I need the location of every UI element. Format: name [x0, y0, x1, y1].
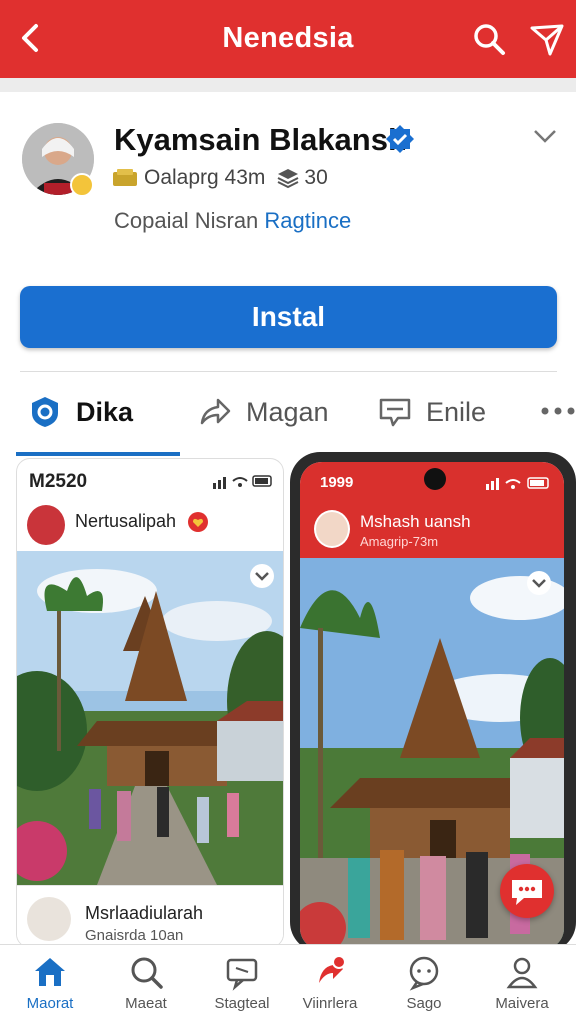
status-time: 1999 [320, 474, 354, 491]
chat-bubble-icon [512, 880, 542, 905]
chevron-down-icon[interactable] [526, 570, 552, 596]
footer-name: Msrlaadiularah [85, 903, 204, 923]
tab-label: Enile [426, 396, 487, 427]
divider [20, 371, 557, 372]
status-time: M2520 [29, 471, 88, 492]
nav-label: Sago [406, 995, 442, 1012]
tab-indicator [16, 452, 180, 456]
post-subtitle: Amagrip-73m [360, 534, 439, 549]
tab-label: Magan [246, 396, 329, 427]
profile-description: Copaial Nisran Ragtince [114, 208, 351, 234]
send-icon[interactable] [528, 20, 566, 58]
search-icon[interactable] [470, 20, 508, 58]
description-link[interactable]: Ragtince [264, 208, 351, 233]
top-app-bar: Nenedsia [0, 0, 576, 78]
bottom-navigation: Maorat Maeat Stagteal Viinrlera Sago Mai… [0, 944, 576, 1024]
footer-avatar [27, 897, 71, 941]
profile-stats: Oalaprg 43m 30 [112, 166, 328, 190]
share-arrow-icon [200, 398, 231, 425]
temple-photo [17, 551, 283, 885]
screenshot-card-left[interactable]: M2520 Nertusalipah Msrlaadiularah Gnaisr… [16, 458, 284, 948]
post-author: Mshash uansh [360, 512, 471, 531]
status-icons [486, 477, 549, 490]
post-avatar [314, 510, 350, 548]
chat-box-icon [226, 958, 258, 991]
notification-icon [319, 955, 346, 983]
profile-icon [506, 957, 538, 989]
tab-label: Dika [76, 396, 134, 427]
stat-count: 30 [304, 166, 328, 189]
home-icon [35, 958, 65, 986]
post-avatar [27, 505, 65, 545]
nav-label: Maeat [125, 995, 167, 1012]
nav-search[interactable]: Maeat [98, 953, 194, 1023]
post-author: Nertusalipah [75, 511, 177, 531]
nav-messages[interactable]: Sago [376, 953, 472, 1023]
nav-stagteal[interactable]: Stagteal [194, 953, 290, 1023]
badge-icon [70, 173, 94, 197]
nav-profile[interactable]: Maivera [474, 953, 570, 1023]
download-count-icon [113, 169, 137, 186]
footer-subtitle: Gnaisrda 10an [85, 927, 184, 944]
tab-dika[interactable]: Dika [28, 390, 133, 434]
verified-badge-icon [386, 125, 414, 153]
nav-label: Maivera [495, 995, 549, 1012]
layers-icon [277, 169, 299, 189]
install-button[interactable]: Instal [20, 286, 557, 348]
search-icon [131, 957, 163, 989]
shield-icon [32, 397, 58, 427]
comment-icon [379, 398, 411, 427]
message-icon [409, 956, 439, 991]
nav-label: Stagteal [214, 995, 270, 1012]
header-divider [0, 78, 576, 92]
more-icon[interactable] [540, 396, 576, 426]
status-icons [213, 475, 272, 489]
nav-label: Maorat [26, 995, 74, 1012]
developer-name: Kyamsain Blakansh [114, 122, 407, 157]
chat-fab-button[interactable] [500, 864, 554, 918]
camera-notch [424, 468, 446, 490]
stat-downloads: Oalaprg 43m [144, 166, 266, 189]
nav-notifications[interactable]: Viinrlera [282, 953, 378, 1023]
tab-magan[interactable]: Magan [198, 390, 329, 434]
tab-enile[interactable]: Enile [378, 390, 486, 434]
nav-home[interactable]: Maorat [2, 953, 98, 1023]
chevron-down-icon[interactable] [249, 563, 275, 589]
description-text: Copaial Nisran [114, 208, 259, 233]
chevron-down-icon[interactable] [532, 126, 558, 146]
heart-icon[interactable] [187, 511, 209, 533]
nav-label: Viinrlera [302, 995, 358, 1012]
